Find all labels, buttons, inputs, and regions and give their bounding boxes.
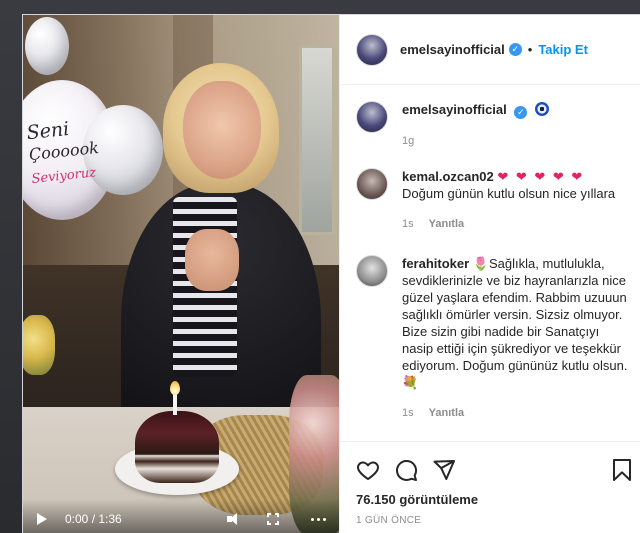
post-actions: 76.150 görüntüleme 1 GÜN ÖNCE [339, 441, 640, 526]
balloon-text: Seni Çoooook Seviyoruz [26, 115, 113, 190]
comment-meta: 1s Yanıtla [402, 405, 631, 422]
post-video[interactable]: Seni Çoooook Seviyoruz 0:00 / 1:36 [23, 15, 339, 533]
separator-dot: • [527, 42, 533, 57]
comment-time: 1s [401, 407, 414, 419]
video-time: 0:00 / 1:36 [65, 512, 122, 526]
play-icon[interactable] [37, 513, 47, 525]
header-username[interactable]: emelsayinofficial [400, 42, 505, 57]
share-icon[interactable] [432, 458, 456, 482]
clasped-hands [185, 229, 239, 291]
instagram-post: Seni Çoooook Seviyoruz 0:00 / 1:36 emels… [22, 14, 640, 533]
avatar[interactable] [355, 255, 388, 287]
comment-text: Doğum günün kutlu olsun nice yıllara [401, 186, 616, 201]
comment: kemal.ozcan02 ❤ ❤ ❤ ❤ ❤ Doğum günün kutl… [355, 168, 631, 233]
comment-meta: 1s Yanıtla [402, 216, 631, 233]
post-header: emelsayinofficial ✓ • Takip Et [339, 15, 640, 85]
comment-username[interactable]: kemal.ozcan02 [402, 169, 494, 184]
view-count[interactable]: 76.150 görüntüleme [356, 492, 633, 507]
caption-time: 1g [401, 135, 415, 147]
heart-icon[interactable] [356, 458, 380, 482]
avatar[interactable] [355, 168, 388, 200]
avatar[interactable] [355, 33, 388, 66]
action-icons [356, 450, 633, 490]
comment-text: 🌷Sağlıkla, mutlulukla, sevdiklerinizle v… [401, 256, 628, 390]
fullscreen-icon[interactable] [267, 513, 279, 525]
caption: emelsayinofficial ✓ 1g [355, 101, 631, 150]
comment-hearts: ❤ ❤ ❤ ❤ ❤ [497, 169, 585, 184]
balloon [25, 17, 69, 75]
comment-username[interactable]: ferahitoker [402, 256, 469, 271]
verified-badge-icon: ✓ [514, 106, 528, 119]
post-side-panel: emelsayinofficial ✓ • Takip Et emelsayin… [338, 15, 640, 533]
volume-icon[interactable] [227, 513, 241, 525]
candle [173, 393, 177, 415]
bookmark-icon[interactable] [611, 458, 633, 482]
caption-username[interactable]: emelsayinofficial [402, 102, 507, 117]
evil-eye-icon [535, 102, 550, 116]
reply-button[interactable]: Yanıtla [429, 407, 464, 419]
comment-time: 1s [401, 218, 414, 230]
reply-button[interactable]: Yanıtla [429, 218, 464, 230]
yellow-flowers [23, 315, 55, 375]
birthday-cake [135, 411, 219, 483]
comments-list: emelsayinofficial ✓ 1g kemal.ozcan02 ❤ ❤… [340, 85, 640, 422]
verified-badge-icon: ✓ [508, 43, 522, 56]
video-mirror [298, 45, 335, 235]
posted-time: 1 GÜN ÖNCE [355, 515, 422, 526]
avatar[interactable] [355, 101, 388, 133]
more-icon[interactable] [311, 517, 326, 521]
woman-face [183, 81, 261, 179]
video-controls: 0:00 / 1:36 [23, 499, 339, 533]
follow-button[interactable]: Takip Et [538, 42, 588, 57]
candle-flame [170, 381, 180, 395]
comment-icon[interactable] [394, 458, 418, 482]
comment: ferahitoker 🌷Sağlıkla, mutlulukla, sevdi… [355, 255, 631, 422]
